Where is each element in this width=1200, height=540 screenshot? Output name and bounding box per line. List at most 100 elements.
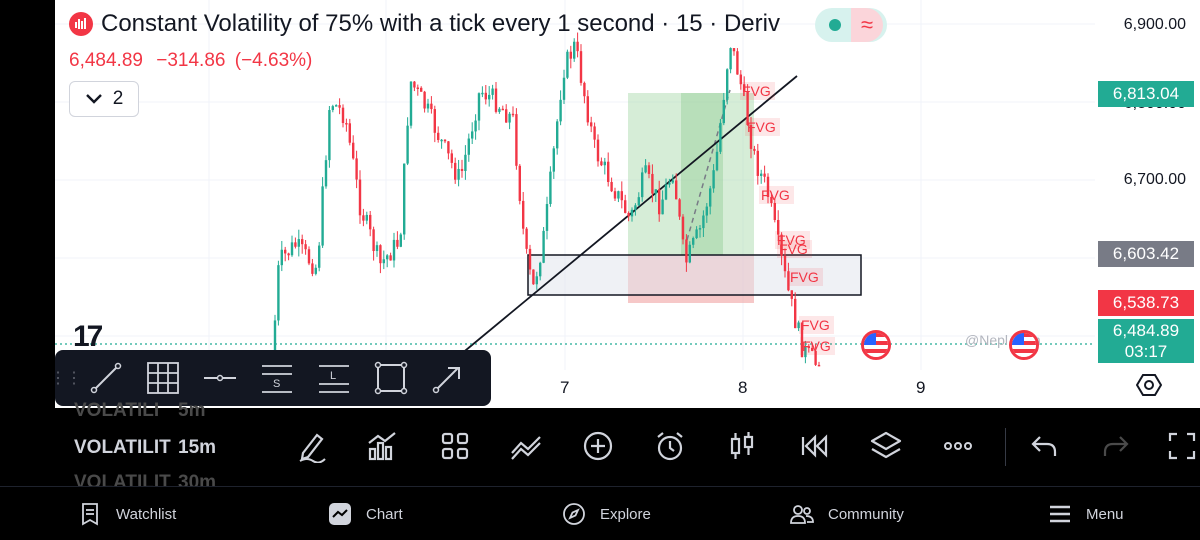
symbol-title[interactable]: Constant Volatility of 75% with a tick e… bbox=[69, 10, 780, 38]
candle-body bbox=[562, 77, 566, 100]
layouts-button[interactable] bbox=[435, 426, 475, 466]
chart-settings-icon[interactable] bbox=[1136, 372, 1162, 398]
candles-icon bbox=[730, 432, 754, 459]
candle-body bbox=[522, 200, 525, 229]
candle-body bbox=[641, 172, 644, 198]
rectangle-tool[interactable] bbox=[362, 350, 419, 406]
arrow-tool[interactable] bbox=[419, 350, 476, 406]
interval-picker[interactable]: VOLATILI 5m VOLATILIT 15m VOLATILIT 30m bbox=[74, 400, 274, 493]
price-change: −314.86 bbox=[156, 50, 226, 71]
market-status-badge[interactable]: ≈ bbox=[815, 8, 887, 42]
hamburger-menu-icon bbox=[1050, 505, 1070, 523]
horizontal-line-tool[interactable] bbox=[191, 350, 248, 406]
interval-option-selected[interactable]: VOLATILIT 15m bbox=[74, 437, 216, 459]
interval-symbol: VOLATILI bbox=[74, 400, 160, 421]
candle-body bbox=[675, 180, 678, 200]
us-flag-icon[interactable] bbox=[1009, 330, 1039, 360]
candle-body bbox=[423, 91, 426, 109]
candle-body bbox=[505, 109, 508, 123]
indicators-collapse-button[interactable]: 2 bbox=[69, 81, 139, 117]
candle-body bbox=[491, 88, 494, 95]
fvg-label[interactable]: FVG bbox=[759, 186, 794, 204]
candle-body bbox=[318, 245, 321, 268]
candle-body bbox=[443, 139, 447, 142]
candle-body bbox=[736, 51, 739, 75]
more-button[interactable] bbox=[938, 426, 978, 466]
trend-line-tool[interactable] bbox=[77, 350, 134, 406]
undo-button[interactable] bbox=[1024, 426, 1064, 466]
compass-icon bbox=[563, 503, 585, 525]
add-symbol-button[interactable] bbox=[578, 426, 618, 466]
candle-body bbox=[712, 170, 715, 189]
fvg-label[interactable]: FVG bbox=[788, 268, 823, 286]
redo-button[interactable] bbox=[1096, 426, 1136, 466]
fullscreen-button[interactable] bbox=[1162, 426, 1200, 466]
fvg-label[interactable]: FVG bbox=[800, 337, 835, 355]
trend-line-icon bbox=[90, 362, 121, 394]
candle-body bbox=[430, 103, 433, 110]
candle-body bbox=[290, 242, 294, 256]
replay-button[interactable] bbox=[794, 426, 834, 466]
price-tag-high: 6,813.04 bbox=[1098, 81, 1194, 107]
fvg-label[interactable]: FVG bbox=[740, 82, 775, 100]
candle-body bbox=[454, 162, 457, 180]
nav-explore[interactable]: Explore bbox=[562, 487, 651, 540]
candle-body bbox=[307, 249, 311, 264]
candle-body bbox=[508, 113, 511, 123]
candle-body bbox=[732, 48, 736, 52]
candle-body bbox=[528, 248, 532, 270]
chart-type-button[interactable] bbox=[722, 426, 762, 466]
candle-body bbox=[664, 184, 668, 200]
interval-option[interactable]: VOLATILI 5m bbox=[74, 400, 205, 422]
candle-body bbox=[654, 189, 657, 194]
grid-tool[interactable] bbox=[134, 350, 191, 406]
candle-body bbox=[559, 99, 562, 122]
candle-body bbox=[382, 259, 385, 264]
nav-chart[interactable]: Chart bbox=[328, 487, 403, 540]
candle-body bbox=[763, 173, 766, 177]
candle-body bbox=[481, 92, 484, 95]
candle-body bbox=[603, 161, 606, 166]
fvg-label[interactable]: FVG bbox=[777, 240, 812, 258]
fvg-label[interactable]: FVG bbox=[745, 118, 780, 136]
fvg-label[interactable]: FVG bbox=[799, 316, 834, 334]
nav-community[interactable]: Community bbox=[790, 487, 904, 540]
candle-body bbox=[369, 214, 372, 230]
candle-body bbox=[549, 171, 552, 205]
us-flag-icon[interactable] bbox=[861, 330, 891, 360]
compare-button[interactable] bbox=[506, 426, 546, 466]
indicators-button[interactable] bbox=[362, 426, 402, 466]
long-position-tool[interactable]: L bbox=[305, 350, 362, 406]
candle-body bbox=[365, 214, 368, 221]
time-axis-label: 9 bbox=[916, 378, 926, 397]
bottom-navigation: Watchlist Chart Explore Community Menu bbox=[0, 486, 1200, 540]
candle-body bbox=[338, 105, 341, 108]
volatility-wave-icon: ≈ bbox=[851, 8, 883, 42]
chart-area[interactable]: Constant Volatility of 75% with a tick e… bbox=[55, 0, 1200, 408]
candle-body bbox=[457, 168, 460, 180]
alarm-clock-icon bbox=[657, 432, 683, 461]
candle-body bbox=[688, 244, 691, 263]
short-position-tool[interactable]: S bbox=[248, 350, 305, 406]
alert-button[interactable] bbox=[650, 426, 690, 466]
drag-handle-icon[interactable]: ⋮⋮ bbox=[50, 350, 82, 406]
candle-body bbox=[600, 161, 603, 166]
candle-body bbox=[525, 228, 528, 249]
object-tree-button[interactable] bbox=[866, 426, 906, 466]
nav-watchlist[interactable]: Watchlist bbox=[78, 487, 176, 540]
drawing-tools-button[interactable] bbox=[292, 426, 332, 466]
nav-menu[interactable]: Menu bbox=[1048, 487, 1124, 540]
price-tag-current: 6,484.89 03:17 bbox=[1098, 319, 1194, 363]
nav-watchlist-label: Watchlist bbox=[116, 505, 177, 523]
time-axis-label: 7 bbox=[560, 378, 570, 397]
candle-body bbox=[556, 121, 559, 149]
nav-menu-label: Menu bbox=[1086, 505, 1124, 523]
long-position-letter: L bbox=[330, 370, 336, 382]
candle-body bbox=[331, 106, 334, 111]
current-price: 6,484.89 bbox=[1112, 321, 1180, 340]
candle-body bbox=[464, 154, 467, 171]
candle-body bbox=[426, 103, 430, 109]
bar-countdown: 03:17 bbox=[1124, 342, 1168, 361]
candle-body bbox=[284, 249, 287, 254]
candle-body bbox=[634, 205, 637, 210]
